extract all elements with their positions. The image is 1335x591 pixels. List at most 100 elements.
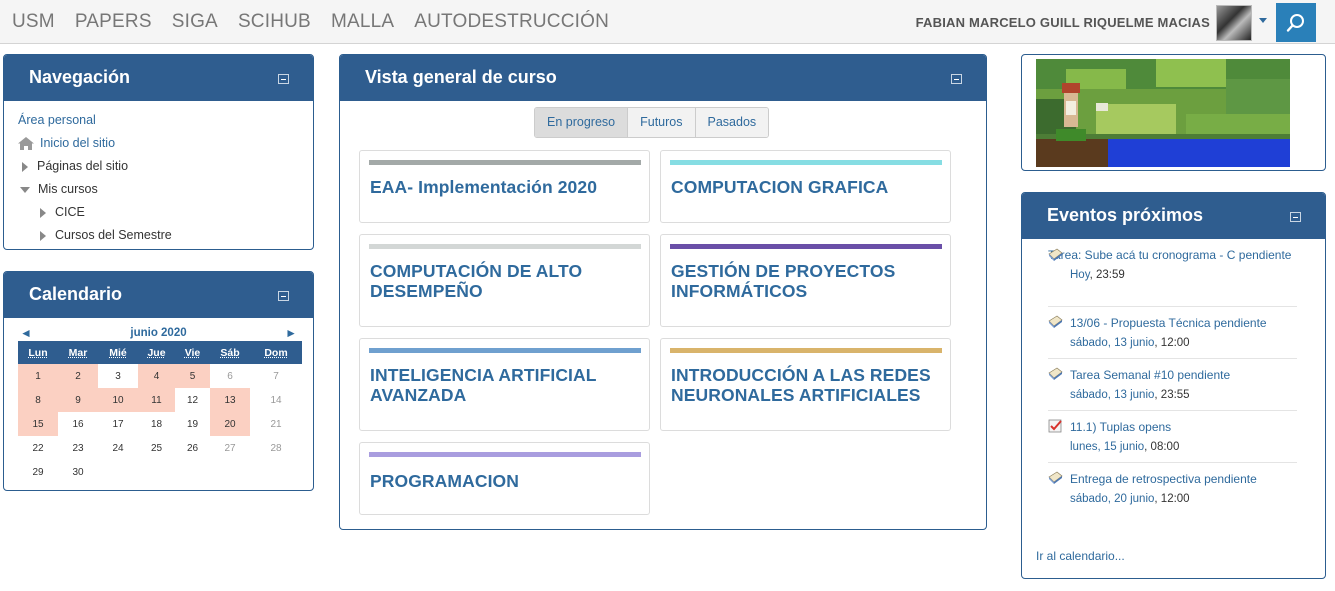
nav-item-mis-cursos[interactable]: Mis cursos — [18, 178, 299, 201]
expand-right-icon — [40, 230, 46, 241]
calendar-day[interactable]: 13 — [210, 388, 250, 412]
event-time[interactable]: Hoy, 23:59 — [1048, 265, 1297, 285]
course-card[interactable]: EAA- Implementación 2020 — [359, 150, 650, 223]
event-link[interactable]: Entrega de retrospectiva pendiente — [1048, 463, 1297, 489]
course-overview-title: Vista general de curso — [365, 67, 557, 87]
event-item[interactable]: Tarea: Sube acá tu cronograma - C pendie… — [1048, 245, 1297, 307]
course-card[interactable]: INTELIGENCIA ARTIFICIAL AVANZADA — [359, 338, 650, 431]
events-list: Tarea: Sube acá tu cronograma - C pendie… — [1022, 239, 1325, 515]
event-time[interactable]: sábado, 13 junio, 12:00 — [1048, 333, 1297, 353]
go-to-calendar-link[interactable]: Ir al calendario... — [1036, 549, 1125, 563]
course-card[interactable]: PROGRAMACION — [359, 442, 650, 515]
calendar-week-row: 29 30 — [18, 460, 302, 484]
user-name[interactable]: FABIAN MARCELO GUILL RIQUELME MACIAS — [916, 15, 1210, 30]
event-date[interactable]: sábado, 13 junio — [1070, 337, 1154, 349]
calendar-day[interactable]: 8 — [18, 388, 58, 412]
tab-futuros[interactable]: Futuros — [628, 108, 696, 137]
event-time[interactable]: sábado, 13 junio, 23:55 — [1048, 385, 1297, 405]
course-card[interactable]: COMPUTACIÓN DE ALTO DESEMPEÑO — [359, 234, 650, 327]
top-navbar: USM PAPERS SIGA SCIHUB MALLA AUTODESTRUC… — [0, 0, 1335, 44]
next-month-icon[interactable]: ► — [285, 326, 297, 340]
calendar-month[interactable]: junio 2020 — [4, 327, 313, 339]
collapse-icon[interactable] — [951, 74, 962, 84]
course-title[interactable]: COMPUTACION GRAFICA — [671, 177, 941, 197]
event-link[interactable]: Tarea: Sube acá tu cronograma - C pendie… — [1026, 245, 1297, 265]
calendar-day[interactable]: 1 — [18, 364, 58, 388]
nav-item-cice[interactable]: CICE — [18, 201, 299, 224]
course-card[interactable]: GESTIÓN DE PROYECTOS INFORMÁTICOS — [660, 234, 951, 327]
collapse-icon[interactable] — [278, 291, 289, 301]
event-date[interactable]: sábado, 20 junio — [1070, 493, 1154, 505]
nav-item-cursos-semestre[interactable]: Cursos del Semestre — [18, 224, 299, 247]
event-date[interactable]: Hoy — [1070, 269, 1090, 281]
nav-link-papers[interactable]: PAPERS — [75, 11, 152, 33]
weekday-header: Mar — [58, 341, 98, 364]
calendar-day: 19 — [186, 418, 199, 430]
course-card[interactable]: COMPUTACION GRAFICA — [660, 150, 951, 223]
calendar-week-row: 15 16 17 18 19 20 21 — [18, 412, 302, 436]
course-title[interactable]: COMPUTACIÓN DE ALTO DESEMPEÑO — [370, 261, 640, 301]
tab-en-progreso[interactable]: En progreso — [535, 108, 629, 137]
calendar-day[interactable]: 2 — [58, 364, 98, 388]
nav-link-scihub[interactable]: SCIHUB — [238, 11, 311, 33]
course-title[interactable]: INTELIGENCIA ARTIFICIAL AVANZADA — [370, 365, 640, 405]
event-hour: , 12:00 — [1154, 337, 1190, 349]
nav-item-inicio-sitio[interactable]: Inicio del sitio — [18, 132, 299, 155]
nav-link-usm[interactable]: USM — [12, 11, 55, 33]
calendar-grid: Lun Mar Mié Jue Vie Sáb Dom 1 2 3 4 5 6 7 8 9 10 1… — [18, 341, 302, 484]
calendar-day: 22 — [32, 442, 44, 454]
event-item[interactable]: Entrega de retrospectiva pendiente sábad… — [1048, 463, 1297, 515]
weekday-header: Sáb — [210, 341, 250, 364]
calendar-day: 14 — [270, 394, 282, 406]
calendar-day[interactable]: 20 — [210, 412, 250, 436]
nav-item-paginas-sitio[interactable]: Páginas del sitio — [18, 155, 299, 178]
course-title[interactable]: INTRODUCCIÓN A LAS REDES NEURONALES ARTI… — [671, 365, 941, 405]
calendar-day: 30 — [72, 466, 84, 478]
calendar-day: 26 — [186, 442, 199, 454]
nav-item-area-personal[interactable]: Área personal — [18, 109, 299, 132]
calendar-day[interactable]: 15 — [18, 412, 58, 436]
avatar[interactable] — [1216, 5, 1252, 41]
nav-item-label: Páginas del sitio — [37, 159, 129, 173]
event-time[interactable]: sábado, 20 junio, 12:00 — [1048, 489, 1297, 509]
tab-pasados[interactable]: Pasados — [695, 108, 769, 137]
calendar-day — [175, 460, 210, 484]
calendar-day[interactable]: 10 — [98, 388, 138, 412]
weekday-header: Dom — [250, 341, 302, 364]
search-button[interactable] — [1276, 3, 1316, 42]
calendar-day: 28 — [270, 442, 282, 454]
event-item[interactable]: 13/06 - Propuesta Técnica pendiente sába… — [1048, 307, 1297, 359]
course-title[interactable]: EAA- Implementación 2020 — [370, 177, 640, 197]
calendar-day[interactable]: 4 — [138, 364, 175, 388]
nav-link-malla[interactable]: MALLA — [331, 11, 394, 33]
event-hour: , 08:00 — [1144, 441, 1180, 453]
event-link[interactable]: 11.1) Tuplas opens — [1048, 411, 1297, 437]
course-card[interactable]: INTRODUCCIÓN A LAS REDES NEURONALES ARTI… — [660, 338, 951, 431]
user-menu-caret-icon[interactable] — [1259, 18, 1267, 23]
nav-link-autodestruccion[interactable]: AUTODESTRUCCIÓN — [414, 11, 609, 33]
course-title[interactable]: GESTIÓN DE PROYECTOS INFORMÁTICOS — [671, 261, 941, 301]
nav-link-siga[interactable]: SIGA — [172, 11, 218, 33]
weekday-header: Lun — [18, 341, 58, 364]
search-icon — [1286, 13, 1304, 32]
event-time[interactable]: lunes, 15 junio, 08:00 — [1048, 437, 1297, 457]
calendar-day: 12 — [175, 388, 210, 412]
event-date[interactable]: sábado, 13 junio — [1070, 389, 1154, 401]
event-link[interactable]: 13/06 - Propuesta Técnica pendiente — [1048, 307, 1297, 333]
calendar-day[interactable]: 11 — [138, 388, 175, 412]
nav-item-label: Inicio del sitio — [40, 136, 116, 150]
calendar-day — [250, 460, 302, 484]
event-item[interactable]: Tarea Semanal #10 pendiente sábado, 13 j… — [1048, 359, 1297, 411]
calendar-day: 7 — [273, 370, 279, 382]
nav-item-label: Mis cursos — [38, 182, 98, 196]
calendar-day[interactable]: 5 — [175, 364, 210, 388]
event-item[interactable]: 11.1) Tuplas opens lunes, 15 junio, 08:0… — [1048, 411, 1297, 463]
calendar-day[interactable]: 9 — [58, 388, 98, 412]
calendar-header: Calendario — [4, 272, 313, 318]
event-link[interactable]: Tarea Semanal #10 pendiente — [1048, 359, 1297, 385]
course-overview-block: Vista general de curso En progreso Futur… — [339, 54, 987, 530]
collapse-icon[interactable] — [1290, 212, 1301, 222]
course-title[interactable]: PROGRAMACION — [370, 471, 640, 491]
event-date[interactable]: lunes, 15 junio — [1070, 441, 1144, 453]
collapse-icon[interactable] — [278, 74, 289, 84]
